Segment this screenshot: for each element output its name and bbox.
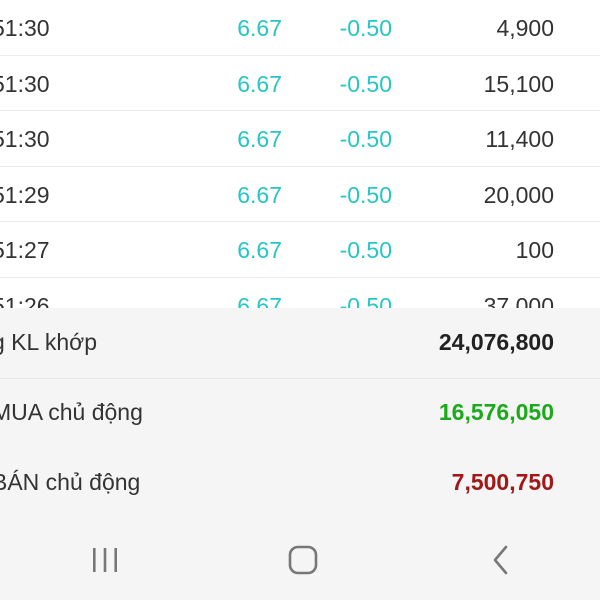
trade-volume: 11,400: [485, 126, 554, 152]
trade-volume: 37,000: [483, 292, 554, 309]
trade-row: 51:30 6.67 -0.50 15,100: [0, 56, 600, 111]
active-sell-row: BÁN chủ động 7,500,750: [0, 448, 600, 518]
trade-change: -0.50: [339, 70, 392, 97]
trade-price: 6.67: [237, 292, 282, 309]
active-buy-row: MUA chủ động 16,576,050: [0, 378, 600, 448]
recent-apps-button[interactable]: [80, 538, 130, 582]
active-buy-label: MUA chủ động: [0, 399, 143, 425]
active-buy-value: 16,576,050: [438, 399, 554, 425]
trade-time: 51:30: [0, 15, 50, 41]
trade-time: 51:30: [0, 70, 50, 97]
trade-change: -0.50: [339, 126, 392, 152]
system-navigation-bar: [0, 518, 600, 600]
trade-row: 51:27 6.67 -0.50 100: [0, 222, 600, 278]
recent-apps-icon: [93, 548, 117, 572]
trade-row: 51:29 6.67 -0.50 20,000: [0, 167, 600, 222]
trade-row: 51:26 6.67 -0.50 37,000: [0, 278, 600, 309]
trade-price: 6.67: [237, 70, 282, 97]
trade-time: 51:29: [0, 181, 50, 208]
home-button[interactable]: [278, 538, 328, 582]
trade-volume: 15,100: [483, 70, 554, 97]
volume-summary: g KL khớp 24,076,800 MUA chủ động 16,576…: [0, 308, 600, 518]
total-matched-volume-label: g KL khớp: [0, 329, 98, 355]
trade-volume: 4,900: [496, 15, 554, 41]
trade-change: -0.50: [339, 292, 392, 309]
trade-volume: 20,000: [483, 181, 554, 208]
trade-row: 51:30 6.67 -0.50 4,900: [0, 0, 600, 56]
active-sell-value: 7,500,750: [451, 469, 554, 495]
total-matched-volume-row: g KL khớp 24,076,800: [0, 308, 600, 378]
trade-time: 51:27: [0, 237, 50, 263]
trade-price: 6.67: [237, 15, 282, 41]
back-button[interactable]: [476, 538, 526, 582]
back-icon: [493, 545, 508, 575]
active-sell-label: BÁN chủ động: [0, 469, 141, 495]
total-matched-volume-value: 24,076,800: [438, 329, 554, 355]
trade-change: -0.50: [339, 15, 392, 41]
trade-row: 51:30 6.67 -0.50 11,400: [0, 111, 600, 167]
trade-price: 6.67: [237, 126, 282, 152]
trade-change: -0.50: [339, 181, 392, 208]
trade-time: 51:26: [0, 292, 50, 309]
home-icon: [288, 545, 318, 575]
trade-price: 6.67: [237, 181, 282, 208]
trade-volume: 100: [515, 237, 554, 263]
trade-time: 51:30: [0, 126, 50, 152]
trade-list[interactable]: 51:30 6.67 -0.50 4,900 51:30 6.67 -0.50 …: [0, 0, 600, 308]
trade-price: 6.67: [237, 237, 282, 263]
trade-change: -0.50: [339, 237, 392, 263]
